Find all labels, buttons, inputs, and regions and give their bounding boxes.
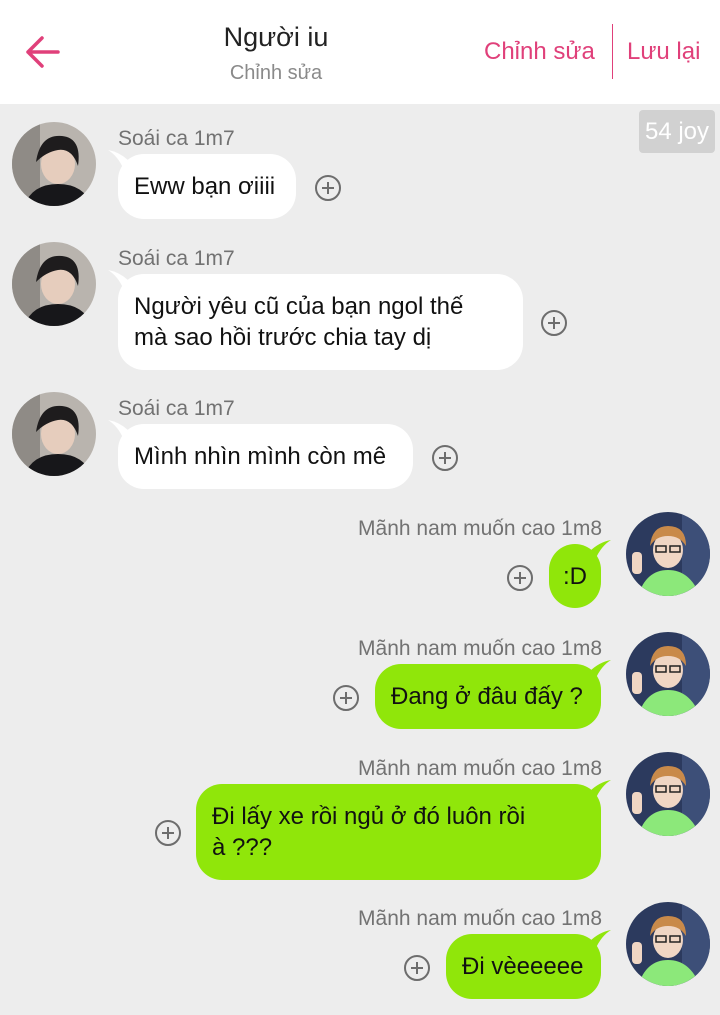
avatar[interactable] (626, 632, 710, 716)
message-bubble[interactable]: Đi vèeeeee (446, 930, 611, 999)
avatar[interactable] (12, 392, 96, 476)
message-text: Đi vèeeeee (462, 953, 584, 980)
avatar[interactable] (626, 752, 710, 836)
plus-circle-icon[interactable] (155, 820, 181, 846)
plus-circle-icon[interactable] (541, 310, 567, 336)
avatar[interactable] (12, 242, 96, 326)
plus-circle-icon[interactable] (432, 445, 458, 471)
plus-circle-icon[interactable] (315, 175, 341, 201)
sender-name: Soái ca 1m7 (118, 397, 235, 420)
sender-name: Mãnh nam muốn cao 1m8 (358, 757, 602, 780)
joy-badge: 54 joy (639, 110, 715, 153)
plus-circle-icon[interactable] (507, 565, 533, 591)
sender-name: Mãnh nam muốn cao 1m8 (358, 907, 602, 930)
sender-name: Soái ca 1m7 (118, 247, 235, 270)
header-divider (612, 24, 613, 79)
avatar[interactable] (626, 512, 710, 596)
message-text: Đang ở đâu đấy ? (391, 683, 583, 710)
avatar[interactable] (12, 122, 96, 206)
chat-subtitle: Chỉnh sửa (229, 62, 323, 84)
plus-circle-icon[interactable] (333, 685, 359, 711)
sender-name: Soái ca 1m7 (118, 127, 235, 150)
message-text: Eww bạn ơiiii (134, 173, 276, 200)
message-bubble[interactable]: Người yêu cũ của bạn ngol thế mà sao hồi… (108, 270, 523, 370)
message-bubble[interactable]: Eww bạn ơiiii (108, 150, 296, 219)
message-bubble[interactable]: Mình nhìn mình còn mê (108, 420, 413, 489)
message-bubble[interactable]: :D (549, 540, 611, 608)
chat-title: Người iu (223, 22, 329, 52)
message-bubble[interactable]: Đi lấy xe rồi ngủ ở đó luôn rồi à ??? (196, 780, 611, 880)
message-text: :D (563, 563, 587, 590)
plus-circle-icon[interactable] (404, 955, 430, 981)
message-text: Mình nhìn mình còn mê (134, 443, 387, 470)
message-text: Đi lấy xe rồi ngủ ở đó luôn rồi à ??? (212, 803, 526, 861)
avatar[interactable] (626, 902, 710, 986)
save-button[interactable]: Lưu lại (627, 38, 700, 66)
top-bar: Người iu Chỉnh sửa Chỉnh sửa Lưu lại (0, 0, 720, 104)
sender-name: Mãnh nam muốn cao 1m8 (358, 517, 602, 540)
edit-button[interactable]: Chỉnh sửa (484, 38, 595, 66)
message-bubble[interactable]: Đang ở đâu đấy ? (375, 660, 611, 729)
message-text: Người yêu cũ của bạn ngol thế mà sao hồi… (134, 293, 464, 351)
sender-name: Mãnh nam muốn cao 1m8 (358, 637, 602, 660)
